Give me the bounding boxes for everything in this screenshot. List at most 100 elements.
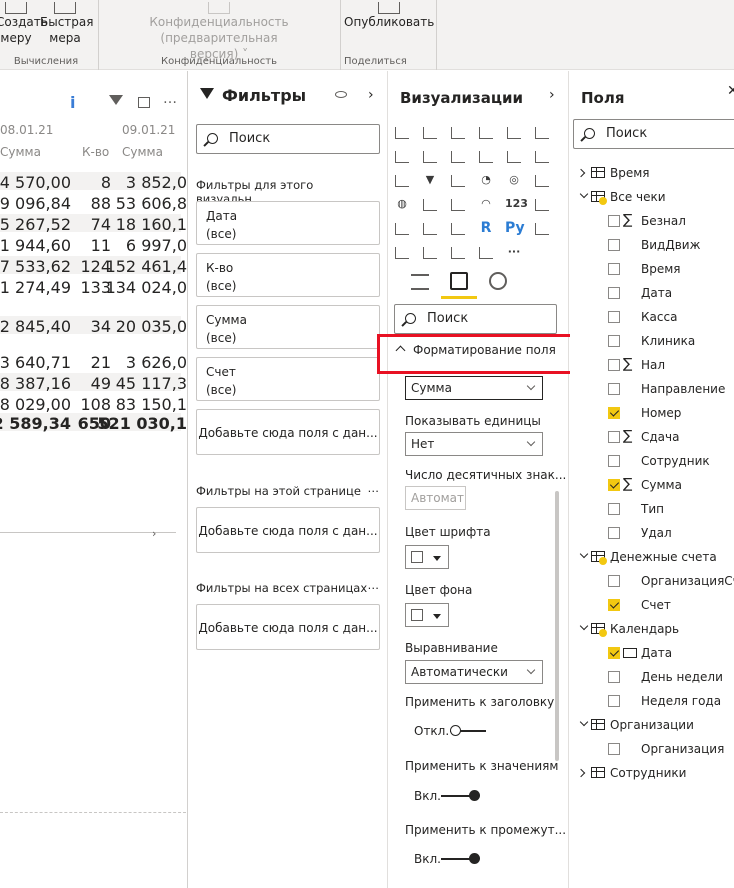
fields-search-input[interactable]: Поиск <box>573 119 734 149</box>
format-paint-roller-icon[interactable] <box>450 272 468 290</box>
python-visual-icon[interactable]: Py <box>505 219 525 237</box>
table-icon[interactable] <box>421 219 439 237</box>
more-options-icon[interactable]: … <box>368 481 381 495</box>
field-checkbox[interactable] <box>608 479 620 491</box>
filter-card-account[interactable]: Счет (все) <box>196 357 380 401</box>
close-fields-icon[interactable]: ✕ <box>727 83 734 99</box>
stacked-bar-icon[interactable] <box>393 123 411 141</box>
key-influencers-icon[interactable] <box>533 219 551 237</box>
decomposition-tree-icon[interactable] <box>393 243 411 261</box>
line-column-icon[interactable] <box>477 147 495 165</box>
field-checkbox[interactable] <box>608 287 620 299</box>
r-visual-icon[interactable]: R <box>477 219 495 237</box>
fields-tab-icon[interactable] <box>411 274 429 290</box>
field-checkbox[interactable] <box>608 407 620 419</box>
show-units-dropdown[interactable]: Нет <box>405 432 543 456</box>
field-item[interactable]: Счет <box>570 594 734 618</box>
field-checkbox[interactable] <box>608 359 620 371</box>
field-checkbox[interactable] <box>608 263 620 275</box>
scatter-icon[interactable] <box>449 171 467 189</box>
filled-map-icon[interactable] <box>421 195 439 213</box>
funnel-icon[interactable]: ▼ <box>421 171 439 189</box>
filter-card-sum[interactable]: Сумма (все) <box>196 305 380 349</box>
field-item[interactable]: Сотрудник <box>570 450 734 474</box>
100-bar-icon[interactable] <box>505 123 523 141</box>
treemap-icon[interactable] <box>533 171 551 189</box>
field-checkbox[interactable] <box>608 215 620 227</box>
field-checkbox[interactable] <box>608 311 620 323</box>
field-table-calendar[interactable]: Календарь <box>570 618 734 642</box>
more-options-icon[interactable]: … <box>368 578 381 592</box>
field-checkbox[interactable] <box>608 599 620 611</box>
field-item[interactable]: ∑ Сдача <box>570 426 734 450</box>
add-page-filter-dropzone[interactable]: Добавьте сюда поля с дан... <box>196 507 380 553</box>
format-pane-scrollbar[interactable] <box>555 491 559 761</box>
field-item[interactable]: Организация <box>570 738 734 762</box>
font-color-picker[interactable] <box>405 545 449 569</box>
waterfall-icon[interactable] <box>393 171 411 189</box>
apply-subtotals-toggle[interactable]: Вкл. <box>414 852 484 866</box>
more-visuals-icon[interactable]: ··· <box>505 243 523 261</box>
paginated-icon[interactable] <box>477 243 495 261</box>
gauge-icon[interactable]: ◠ <box>477 195 495 213</box>
field-checkbox[interactable] <box>608 671 620 683</box>
alignment-dropdown[interactable]: Автоматически <box>405 660 543 684</box>
field-checkbox[interactable] <box>608 431 620 443</box>
field-item[interactable]: Клиника <box>570 330 734 354</box>
field-item[interactable]: Направление <box>570 378 734 402</box>
area-chart-icon[interactable] <box>421 147 439 165</box>
slicer-icon[interactable] <box>393 219 411 237</box>
field-item[interactable]: Дата <box>570 282 734 306</box>
shape-map-icon[interactable] <box>449 195 467 213</box>
field-table-organizations[interactable]: Организации <box>570 714 734 738</box>
eye-icon[interactable] <box>335 91 347 98</box>
field-table-all-checks[interactable]: Все чеки <box>570 186 734 210</box>
clustered-column-icon[interactable] <box>477 123 495 141</box>
stacked-column-icon[interactable] <box>421 123 439 141</box>
field-item[interactable]: Дата <box>570 642 734 666</box>
matrix-icon[interactable] <box>449 219 467 237</box>
apply-values-toggle[interactable]: Вкл. <box>414 789 484 803</box>
line-column2-icon[interactable] <box>505 147 523 165</box>
collapse-filters-icon[interactable]: › <box>368 87 374 103</box>
field-table-money-accounts[interactable]: Денежные счета <box>570 546 734 570</box>
field-checkbox[interactable] <box>608 695 620 707</box>
filter-card-date[interactable]: Дата (все) <box>196 201 380 245</box>
field-item[interactable]: Касса <box>570 306 734 330</box>
field-item[interactable]: Неделя года <box>570 690 734 714</box>
field-item[interactable]: День недели <box>570 666 734 690</box>
card-icon[interactable]: 123 <box>505 195 528 213</box>
field-table-time[interactable]: Время <box>570 162 734 186</box>
qa-icon[interactable] <box>421 243 439 261</box>
publish-button[interactable]: Опубликовать <box>344 2 434 30</box>
scroll-right-icon[interactable]: › <box>152 527 156 540</box>
clustered-bar-icon[interactable] <box>449 123 467 141</box>
field-item[interactable]: Номер <box>570 402 734 426</box>
field-item[interactable]: ВидДвиж <box>570 234 734 258</box>
add-visual-filter-dropzone[interactable]: Добавьте сюда поля с дан... <box>196 409 380 455</box>
field-checkbox[interactable] <box>608 455 620 467</box>
field-table-staff[interactable]: Сотрудники <box>570 762 734 786</box>
map-icon[interactable]: ◍ <box>393 195 411 213</box>
field-checkbox[interactable] <box>608 503 620 515</box>
smart-narrative-icon[interactable] <box>449 243 467 261</box>
field-checkbox[interactable] <box>608 647 620 659</box>
quick-measure-button[interactable]: Быстрая мера <box>40 2 93 46</box>
field-item[interactable]: ∑ Безнал <box>570 210 734 234</box>
field-item[interactable]: Тип <box>570 498 734 522</box>
field-checkbox[interactable] <box>608 527 620 539</box>
format-search-input[interactable]: Поиск <box>394 304 557 334</box>
100-column-icon[interactable] <box>533 123 551 141</box>
line-chart-icon[interactable] <box>393 147 411 165</box>
stacked-area-icon[interactable] <box>449 147 467 165</box>
field-checkbox[interactable] <box>608 743 620 755</box>
field-checkbox[interactable] <box>608 335 620 347</box>
field-item[interactable]: ∑ Нал <box>570 354 734 378</box>
more-options-icon[interactable]: … <box>163 91 177 107</box>
filters-search-input[interactable]: Поиск <box>196 124 380 154</box>
kpi-icon[interactable] <box>533 195 551 213</box>
add-all-pages-filter-dropzone[interactable]: Добавьте сюда поля с дан... <box>196 604 380 650</box>
collapse-viz-icon[interactable]: › <box>549 87 555 103</box>
field-item[interactable]: Удал <box>570 522 734 546</box>
field-checkbox[interactable] <box>608 383 620 395</box>
